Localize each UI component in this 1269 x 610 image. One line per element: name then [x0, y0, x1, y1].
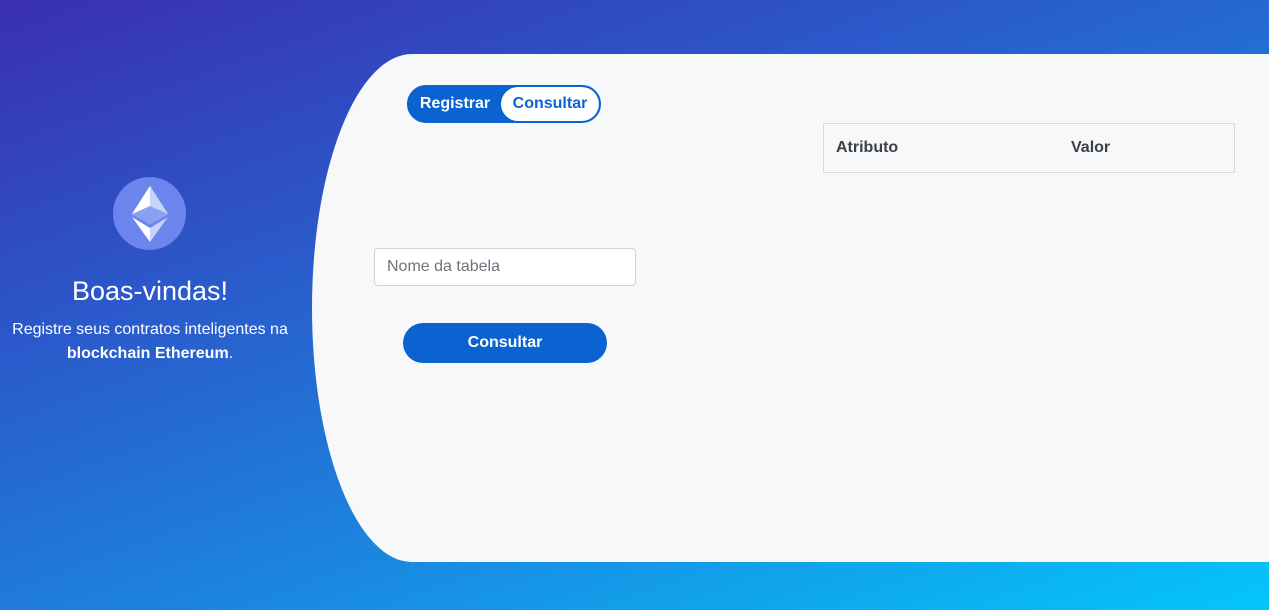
consultar-button[interactable]: Consultar	[403, 323, 607, 363]
table-name-input[interactable]	[374, 248, 636, 286]
results-table: Atributo Valor	[823, 123, 1235, 173]
table-header-row: Atributo Valor	[823, 123, 1235, 173]
mode-toggle: Registrar Consultar	[407, 85, 601, 123]
welcome-title: Boas-vindas!	[71, 276, 229, 306]
welcome-text-bold: blockchain Ethereum	[66, 345, 229, 362]
content-card: Registrar Consultar Consultar Atributo V…	[312, 54, 1269, 562]
tab-consultar[interactable]: Consultar	[501, 87, 599, 121]
welcome-text-end: .	[228, 345, 234, 362]
welcome-text-start: Registre seus contratos inteligentes na	[12, 321, 288, 338]
ethereum-icon	[113, 177, 186, 250]
welcome-panel: Boas-vindas! Registre seus contratos int…	[0, 0, 300, 610]
column-header-valor: Valor	[1059, 123, 1235, 173]
tab-registrar[interactable]: Registrar	[409, 87, 501, 121]
welcome-description: Registre seus contratos inteligentes na …	[0, 318, 300, 366]
column-header-atributo: Atributo	[823, 123, 1059, 173]
